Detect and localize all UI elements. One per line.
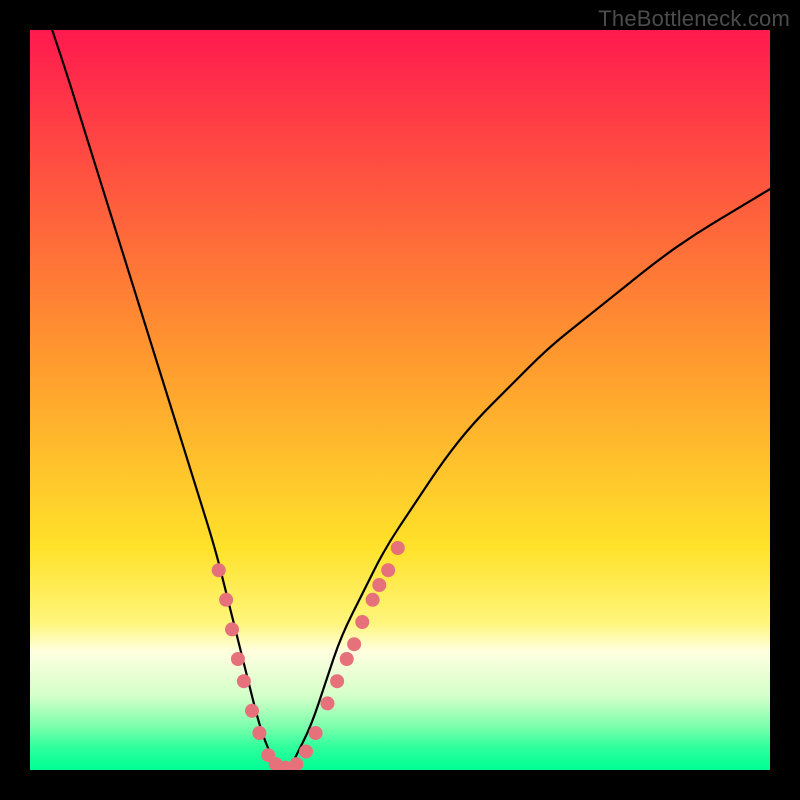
marker-group xyxy=(212,541,405,770)
watermark-text: TheBottleneck.com xyxy=(598,6,790,32)
marker-dot xyxy=(212,563,226,577)
curve-svg xyxy=(30,30,770,770)
marker-dot xyxy=(320,696,334,710)
marker-dot xyxy=(381,563,395,577)
marker-dot xyxy=(289,757,303,770)
marker-dot xyxy=(340,652,354,666)
marker-dot xyxy=(231,652,245,666)
marker-dot xyxy=(355,615,369,629)
marker-dot xyxy=(330,674,344,688)
marker-dot xyxy=(299,745,313,759)
marker-dot xyxy=(237,674,251,688)
marker-dot xyxy=(347,637,361,651)
marker-dot xyxy=(366,593,380,607)
marker-dot xyxy=(372,578,386,592)
marker-dot xyxy=(219,593,233,607)
marker-dot xyxy=(252,726,266,740)
plot-area xyxy=(30,30,770,770)
marker-dot xyxy=(245,704,259,718)
marker-dot xyxy=(391,541,405,555)
bottleneck-curve-line xyxy=(52,30,770,770)
marker-dot xyxy=(225,622,239,636)
marker-dot xyxy=(309,726,323,740)
chart-container: TheBottleneck.com xyxy=(0,0,800,800)
